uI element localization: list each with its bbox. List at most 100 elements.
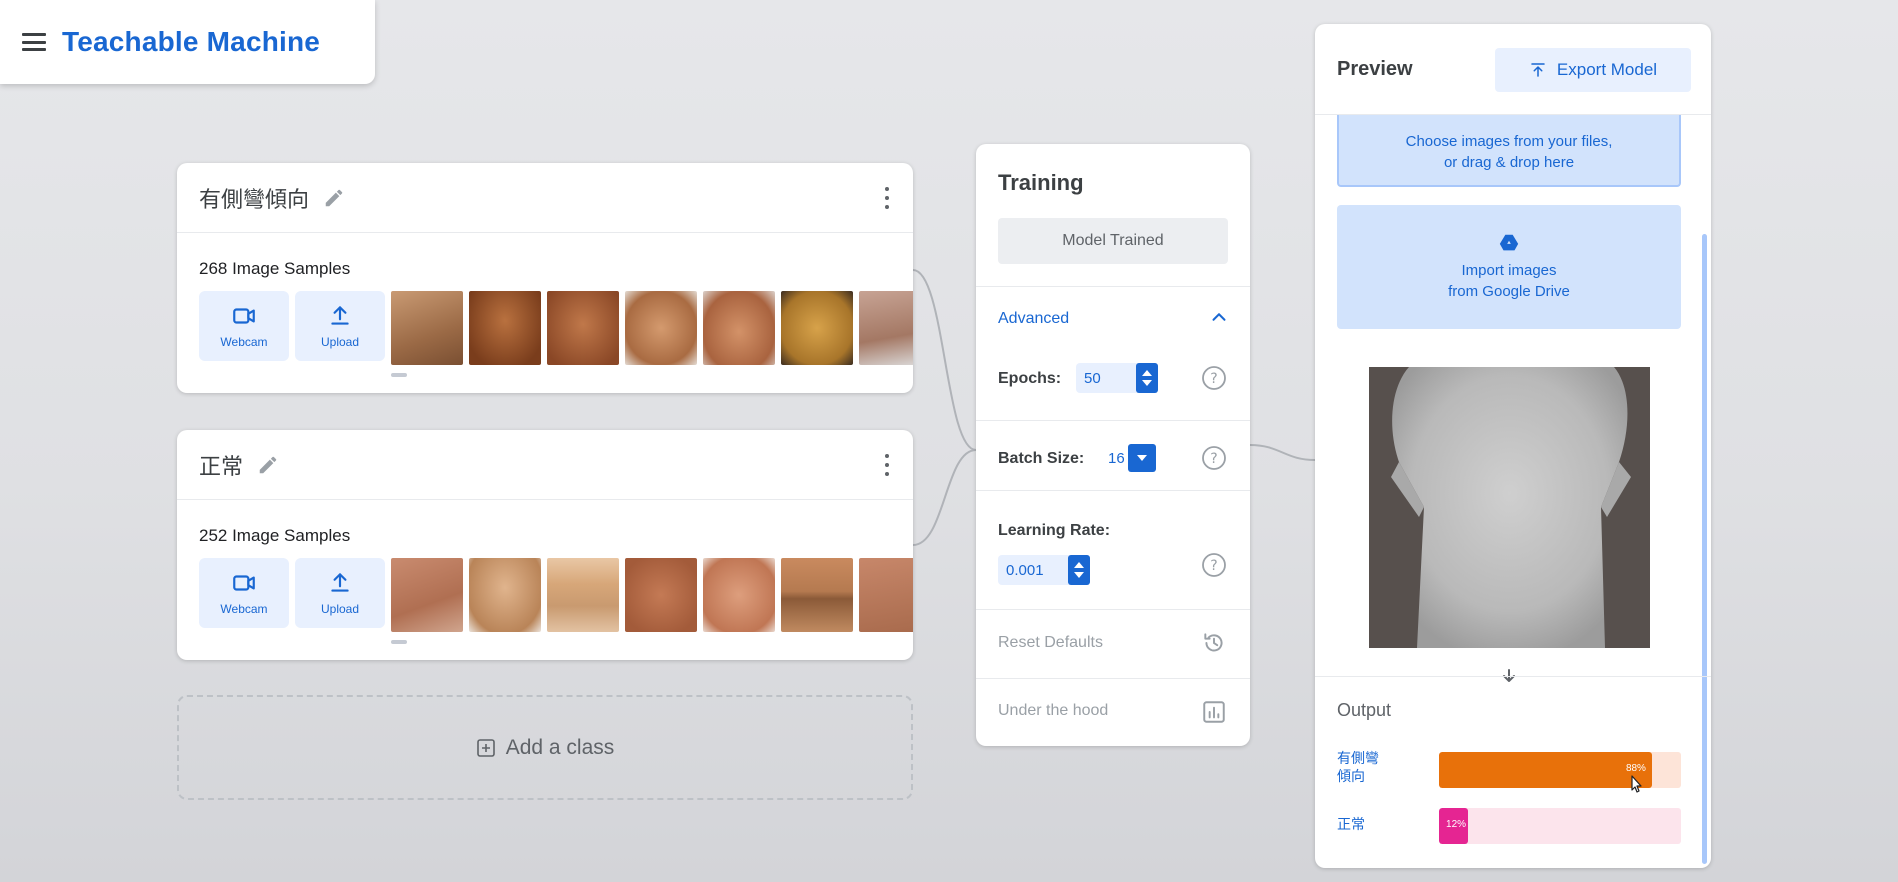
drop-zone-line2: or drag & drop here [1443, 154, 1575, 171]
epochs-stepper[interactable] [1136, 363, 1158, 393]
sample-thumbnail[interactable] [469, 558, 541, 632]
upload-icon [331, 306, 349, 325]
batch-size-select[interactable]: 16 [1100, 443, 1156, 473]
add-box-icon [476, 738, 495, 757]
edit-pencil-icon[interactable] [323, 187, 345, 209]
confidence-percent: 88% [1625, 763, 1646, 774]
help-icon[interactable]: ? [1201, 445, 1227, 471]
training-panel: Training Model Trained Advanced Epochs: … [976, 144, 1250, 746]
learning-rate-input[interactable]: 0.001 [998, 555, 1090, 585]
divider [976, 490, 1250, 491]
under-the-hood-button[interactable]: Under the hood [998, 702, 1108, 720]
sample-thumbnail[interactable] [547, 291, 619, 365]
thumbnail-scroll-indicator[interactable] [391, 640, 407, 644]
drive-line1: Import images [1461, 262, 1557, 279]
mouse-pointer-icon [1631, 775, 1642, 793]
export-label: Export Model [1556, 60, 1658, 79]
output-class-label: 有側彎 傾向 [1337, 751, 1379, 785]
chevron-down-icon[interactable] [1128, 444, 1156, 472]
help-icon[interactable]: ? [1201, 552, 1227, 578]
confidence-percent: 12% [1446, 819, 1467, 830]
google-drive-icon [1499, 234, 1519, 251]
webcam-label: Webcam [220, 335, 268, 349]
upload-label: Upload [320, 335, 360, 349]
export-model-button[interactable]: Export Model [1495, 48, 1691, 92]
export-icon [1531, 63, 1545, 77]
app-header: Teachable Machine [0, 0, 375, 84]
upload-icon [331, 573, 349, 592]
epochs-input[interactable]: 50 [1076, 363, 1158, 393]
confidence-fill: 12% [1439, 808, 1469, 844]
sample-thumbnail[interactable] [625, 291, 697, 365]
webcam-button[interactable]: Webcam [199, 291, 289, 361]
sample-thumbnail[interactable] [469, 291, 541, 365]
sample-thumbnail[interactable] [391, 558, 463, 632]
sample-thumbnails[interactable] [391, 558, 913, 632]
svg-text:?: ? [1210, 451, 1217, 467]
webcam-label: Webcam [220, 602, 268, 616]
samples-count: 252 Image Samples [199, 526, 351, 545]
app-title[interactable]: Teachable Machine [62, 26, 320, 58]
edit-pencil-icon[interactable] [257, 454, 279, 476]
more-options-icon[interactable] [883, 186, 891, 209]
divider [976, 286, 1250, 287]
advanced-toggle[interactable]: Advanced [998, 310, 1069, 328]
confidence-fill: 88% [1439, 752, 1652, 788]
upload-button[interactable]: Upload [295, 291, 385, 361]
file-drop-zone[interactable]: Choose images from your files, or drag &… [1337, 115, 1681, 187]
class-card: 正常 252 Image Samples Webcam Upload [177, 430, 913, 660]
bar-chart-icon[interactable] [1201, 699, 1227, 725]
sample-thumbnail[interactable] [703, 291, 775, 365]
class-header: 正常 [177, 430, 913, 500]
sample-thumbnail[interactable] [781, 291, 853, 365]
webcam-icon [233, 575, 255, 591]
webcam-button[interactable]: Webcam [199, 558, 289, 628]
add-class-button[interactable]: Add a class [177, 695, 913, 800]
drop-zone-line1: Choose images from your files, [1405, 133, 1613, 150]
learning-rate-stepper[interactable] [1068, 555, 1090, 585]
preview-scrollbar[interactable] [1702, 234, 1707, 864]
upload-button[interactable]: Upload [295, 558, 385, 628]
confidence-bar: 88% [1439, 752, 1681, 788]
divider [976, 609, 1250, 610]
batch-size-label: Batch Size: [998, 450, 1085, 467]
chevron-up-icon[interactable] [1208, 306, 1230, 328]
history-icon[interactable] [1201, 630, 1227, 656]
sample-thumbnail[interactable] [859, 558, 913, 632]
add-class-label: Add a class [505, 735, 615, 759]
class-header: 有側彎傾向 [177, 163, 913, 233]
epochs-label: Epochs: [998, 370, 1062, 387]
sample-thumbnail[interactable] [391, 291, 463, 365]
output-title: Output [1337, 700, 1392, 720]
divider [976, 420, 1250, 421]
reset-defaults-button[interactable]: Reset Defaults [998, 634, 1103, 652]
preview-image [1369, 367, 1650, 648]
class-card: 有側彎傾向 268 Image Samples Webcam Upload [177, 163, 913, 393]
class-name[interactable]: 正常 [199, 449, 243, 481]
train-model-button[interactable]: Model Trained [998, 218, 1228, 264]
thumbnail-scroll-indicator[interactable] [391, 373, 407, 377]
sample-thumbnail[interactable] [703, 558, 775, 632]
svg-text:?: ? [1210, 558, 1217, 574]
menu-icon[interactable] [22, 33, 46, 51]
divider [1315, 676, 1711, 677]
sample-thumbnail[interactable] [625, 558, 697, 632]
divider [976, 678, 1250, 679]
confidence-bar: 12% [1439, 808, 1681, 844]
learning-rate-label: Learning Rate: [998, 522, 1111, 539]
sample-thumbnail[interactable] [859, 291, 913, 365]
sample-thumbnails[interactable] [391, 291, 913, 365]
class-name[interactable]: 有側彎傾向 [199, 182, 309, 214]
training-title: Training [998, 170, 1084, 195]
epochs-value: 50 [1084, 369, 1101, 387]
upload-label: Upload [320, 602, 360, 616]
sample-thumbnail[interactable] [781, 558, 853, 632]
preview-panel: Preview Export Model Choose images from … [1315, 24, 1711, 868]
help-icon[interactable]: ? [1201, 365, 1227, 391]
more-options-icon[interactable] [883, 453, 891, 476]
google-drive-import-button[interactable]: Import images from Google Drive [1337, 205, 1681, 329]
drive-line2: from Google Drive [1448, 283, 1570, 300]
sample-thumbnail[interactable] [547, 558, 619, 632]
batch-size-value: 16 [1108, 449, 1125, 467]
svg-text:?: ? [1210, 371, 1217, 387]
